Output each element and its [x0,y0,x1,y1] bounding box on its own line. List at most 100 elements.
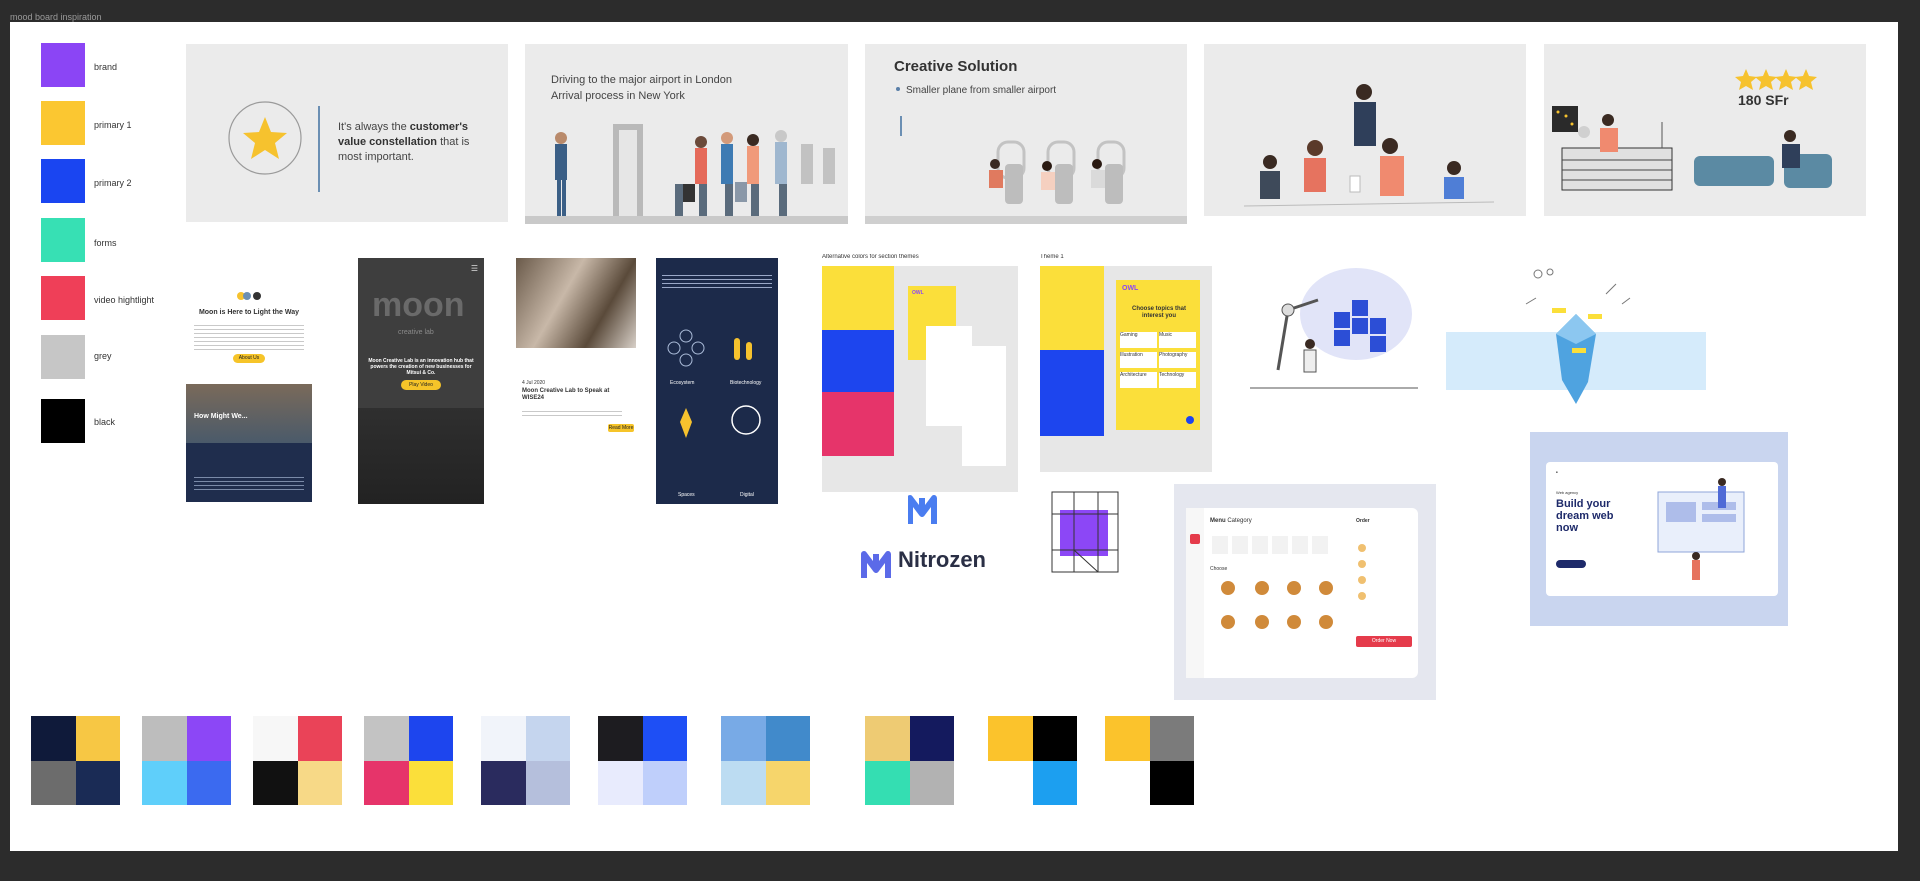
web-agency-screenshot[interactable]: • Web agency Build your dream web now [1530,432,1788,626]
palette-chip [364,716,409,761]
grid-label-biotechnology: Biotechnology [730,380,762,386]
alt-theme-title: Alternative colors for section themes [822,254,919,260]
palette-chip [75,716,120,761]
palette-chip [142,716,187,761]
topic-architecture[interactable]: Architecture [1120,372,1157,388]
topic-technology[interactable]: Technology [1159,372,1196,388]
palette-2[interactable] [142,716,231,805]
moon-news-screenshot[interactable]: 4 Jul 2020 Moon Creative Lab to Speak at… [516,258,636,438]
palette-10[interactable] [1105,716,1194,805]
mini-owl-logo: OWL [912,290,924,296]
palette-chip [525,760,570,805]
robot-puzzle-illustration [1250,268,1418,389]
theme-one-yellow [1040,266,1104,350]
swatch-primary-2[interactable] [41,159,85,203]
palette-chip [186,760,231,805]
food-menu-app-screenshot[interactable]: Menu Category Choose Order Order Now [1174,484,1436,700]
card-creative-solution[interactable]: Creative Solution Smaller plane from sma… [865,44,1187,224]
moon-home-screenshot[interactable]: Moon is Here to Light the Way About Us H… [186,266,312,502]
nitrozen-icon [908,495,937,524]
swatch-video-highlight[interactable] [41,276,85,320]
palette-chip [1105,716,1150,761]
news-title: Moon Creative Lab to Speak at WISE24 [522,388,610,401]
theme-block-yellow [822,266,894,330]
palette-3[interactable] [253,716,342,805]
palette-8[interactable] [865,716,954,805]
theme-one-board: OWL Choose topics that interest you Gami… [1040,266,1212,472]
play-video-button[interactable]: Play Video [401,380,441,390]
palette-6[interactable] [598,716,687,805]
palette-chip [909,760,954,805]
palette-chip [1149,760,1194,805]
swatch-black[interactable] [41,399,85,443]
palette-chip [186,716,231,761]
palette-chip [297,760,342,805]
agency-illustration [1657,478,1745,580]
moon-how-might-panel: How Might We... [186,384,312,502]
mood-board-canvas[interactable]: brand primary 1 primary 2 forms video hi… [10,22,1898,851]
palette-chip [765,760,810,805]
palette-chip [598,716,643,761]
card-team-meeting[interactable] [1204,44,1526,216]
palette-5[interactable] [481,716,570,805]
team-meeting-illustration [1243,84,1495,207]
palette-9[interactable] [988,716,1077,805]
menu-app-window: Menu Category Choose Order Order Now [1186,508,1418,678]
moon-panel-text [194,474,304,490]
menu-food-grid [1212,536,1366,629]
palette-chip [408,716,453,761]
palette-chip [481,760,526,805]
nitrozen-logo-mark [861,551,891,578]
next-arrow-icon[interactable] [1186,416,1194,424]
theme-block-blue [822,330,894,392]
palette-7[interactable] [721,716,810,805]
swatch-grey[interactable] [41,335,85,379]
topic-gaming[interactable]: Gaming [1120,332,1157,348]
topic-photography[interactable]: Photography [1159,352,1196,368]
plane-seats-illustration [865,87,1187,224]
moon-hub-text: Moon Creative Lab is an innovation hub t… [368,358,474,376]
swatch-primary-1[interactable] [41,101,85,145]
hotel-price: 180 SFr [1738,92,1789,108]
palette-chip [525,716,570,761]
news-excerpt [522,408,622,418]
owl-topics-card: OWL Choose topics that interest you Gami… [1116,280,1200,430]
iceberg-illustration [1446,268,1706,404]
how-might-heading: How Might We... [194,413,248,420]
topic-illustration[interactable]: Illustration [1120,352,1157,368]
moon-video-screenshot[interactable]: moon creative lab Moon Creative Lab is a… [358,258,484,504]
web-agency-window: • Web agency Build your dream web now [1546,462,1778,596]
swatch-label: brand [94,62,118,72]
card-value-constellation[interactable]: It's always the customer's value constel… [186,44,508,222]
order-now-button[interactable]: Order Now [1356,636,1412,647]
palette-chip [865,760,910,805]
swatch-label: black [94,417,116,427]
card-hotel-lobby[interactable]: 180 SFr [1544,44,1866,216]
palette-4[interactable] [364,716,453,805]
read-more-button[interactable]: Read More [608,424,634,432]
swatch-forms[interactable] [41,218,85,262]
swatch-brand[interactable] [41,43,85,87]
menu-icon[interactable]: ☰ [471,264,478,273]
palette-chip [31,716,76,761]
grid-label-spaces: Spaces [678,492,695,498]
palette-chip [765,716,810,761]
moon-sub-wordmark: creative lab [398,329,434,336]
palette-chip [253,716,298,761]
moon-video-photo [358,408,484,504]
quote-text: It's always the customer's value constel… [338,121,470,163]
theme-one-blue [1040,350,1104,436]
theme-one-screenshot[interactable]: Theme 1 OWL Choose topics that interest … [1040,254,1212,472]
palette-1[interactable] [31,716,120,805]
theme-one-label: Theme 1 [1040,254,1064,260]
moon-grid-screenshot[interactable]: Ecosystem Biotechnology Spaces Digital [656,258,778,504]
moon-intro-text [194,322,304,350]
swatch-label: video hightlight [94,295,155,305]
topics-title: Choose topics that interest you [1131,306,1186,319]
card-airport-journey[interactable]: Driving to the major airport in London A… [525,44,848,224]
topic-music[interactable]: Music [1159,332,1196,348]
news-date: 4 Jul 2020 [522,380,546,386]
about-us-button[interactable]: About Us [233,354,265,363]
moon-news-photo [516,258,636,348]
alt-theme-colors-screenshot[interactable]: Alternative colors for section themes OW… [822,254,1018,492]
